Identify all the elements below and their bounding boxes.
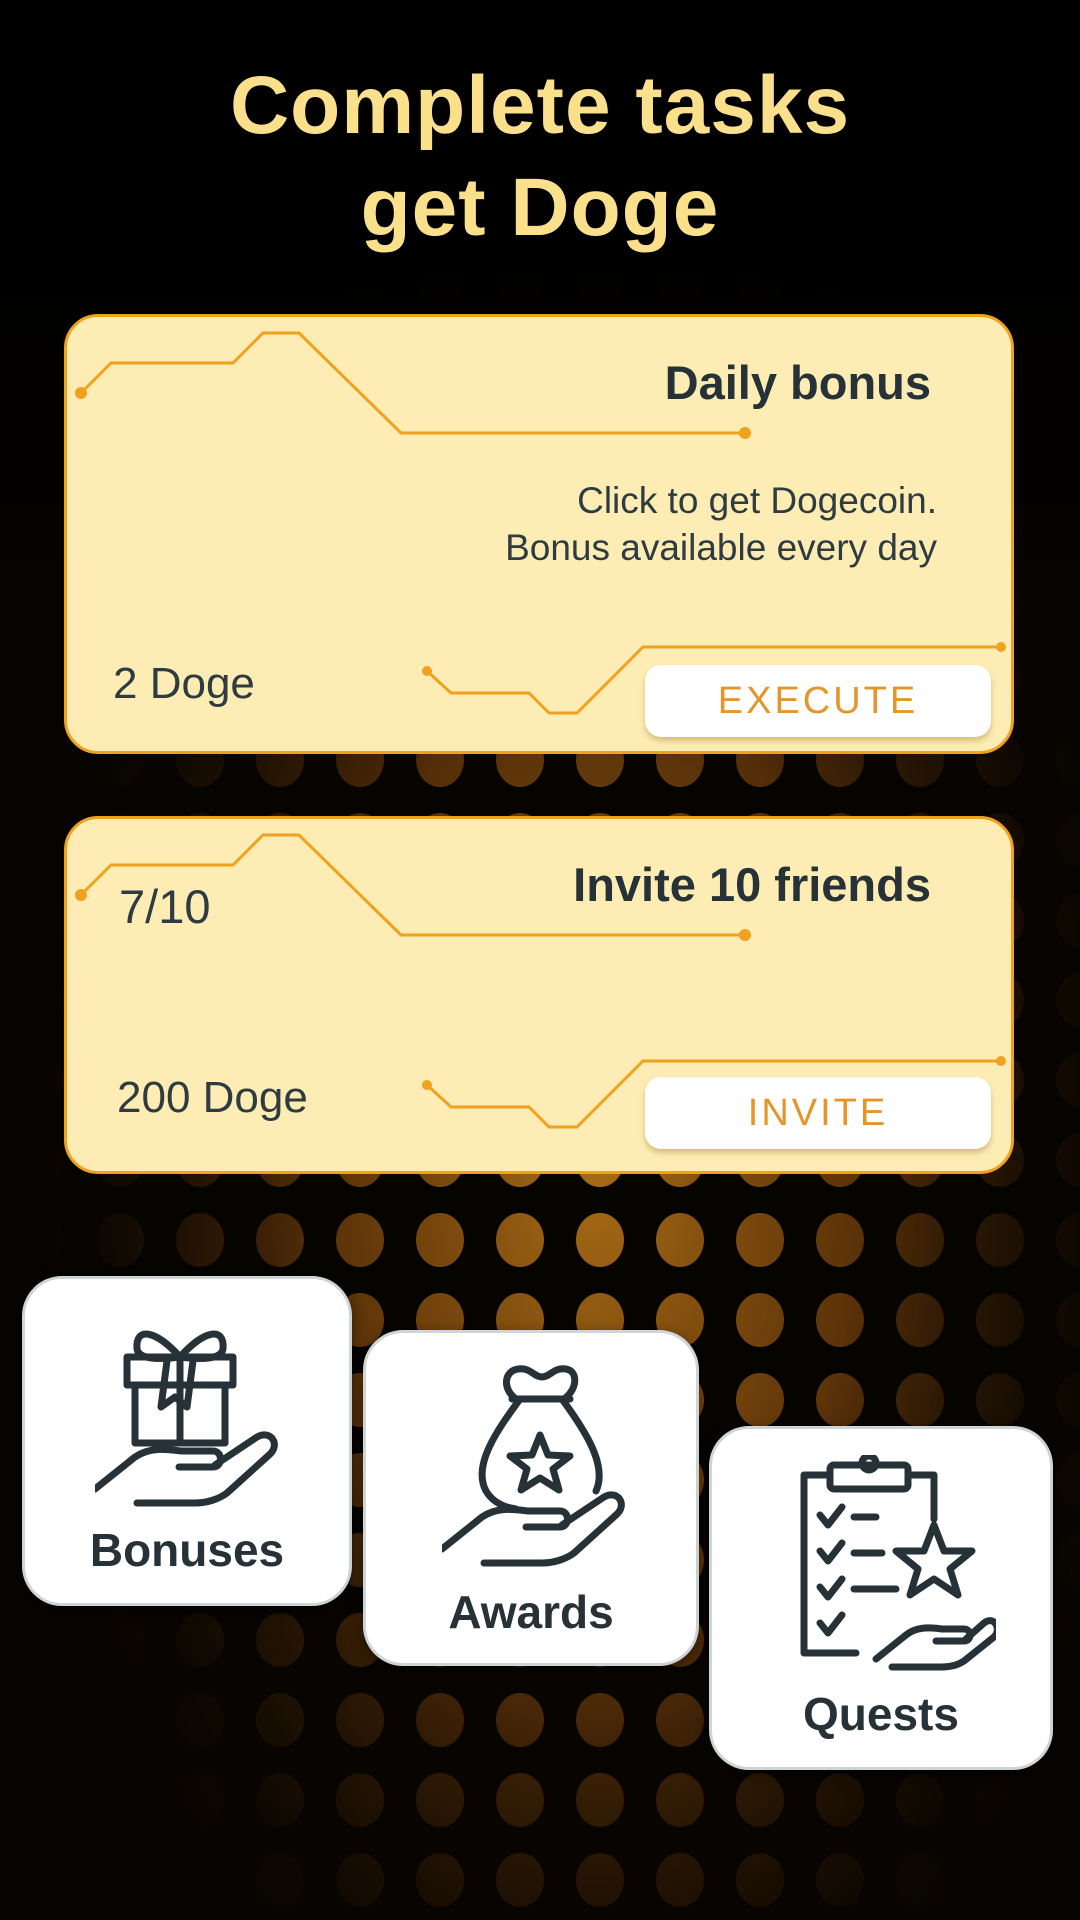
task-title: Invite 10 friends xyxy=(573,858,931,911)
task-description-line-2: Bonus available every day xyxy=(505,527,937,568)
execute-button[interactable]: EXECUTE xyxy=(645,665,991,737)
task-card-daily-bonus: Daily bonus Click to get Dogecoin. Bonus… xyxy=(64,314,1014,754)
tile-bonuses[interactable]: Bonuses xyxy=(22,1276,352,1606)
task-description: Click to get Dogecoin. Bonus available e… xyxy=(505,477,937,571)
tile-awards[interactable]: Awards xyxy=(363,1330,699,1666)
task-card-invite-friends: 7/10 Invite 10 friends 200 Doge INVITE xyxy=(64,816,1014,1174)
task-reward: 200 Doge xyxy=(117,1073,308,1122)
money-bag-in-hand-icon xyxy=(442,1365,625,1567)
task-reward: 2 Doge xyxy=(113,659,255,708)
checklist-star-hand-icon xyxy=(800,1455,996,1671)
page-title: Complete tasks get Doge xyxy=(0,55,1080,259)
task-description-line-1: Click to get Dogecoin. xyxy=(577,480,937,521)
title-line-1: Complete tasks xyxy=(229,60,851,151)
tile-label: Quests xyxy=(803,1688,959,1740)
tile-label: Awards xyxy=(448,1586,614,1638)
task-title: Daily bonus xyxy=(664,356,931,409)
invite-button[interactable]: INVITE xyxy=(645,1077,991,1149)
tile-label: Bonuses xyxy=(89,1524,285,1576)
task-progress: 7/10 xyxy=(119,880,211,933)
tile-quests[interactable]: Quests xyxy=(709,1426,1053,1770)
gift-in-hand-icon xyxy=(95,1330,278,1507)
title-line-2: get Doge xyxy=(360,162,720,253)
